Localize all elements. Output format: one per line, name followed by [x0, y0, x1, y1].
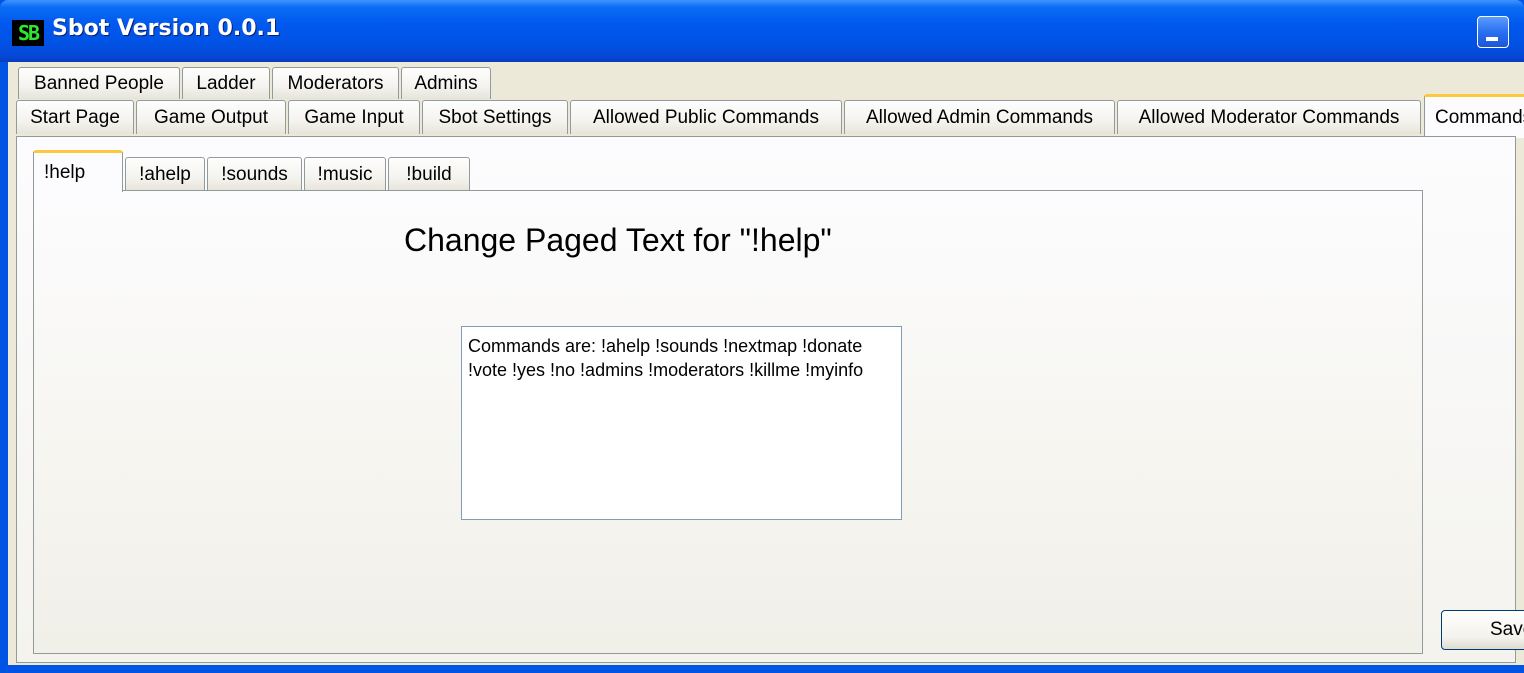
tab-label: Allowed Public Commands [593, 106, 819, 128]
tab-label: Game Output [153, 106, 269, 128]
subtab-label: !music [317, 163, 373, 185]
tab-ladder[interactable]: Ladder [182, 67, 270, 99]
tab-label: Admins [414, 72, 478, 94]
subtab-sounds[interactable]: !sounds [207, 157, 302, 191]
tab-game-input[interactable]: Game Input [288, 100, 420, 134]
tab-allowed-moderator-commands[interactable]: Allowed Moderator Commands [1117, 100, 1421, 134]
tab-label: Game Input [304, 106, 404, 128]
tab-admins[interactable]: Admins [401, 67, 491, 99]
tab-game-output[interactable]: Game Output [136, 100, 286, 134]
tab-commands[interactable]: Commands [1424, 94, 1524, 138]
subtab-help[interactable]: !help [33, 150, 123, 192]
minimize-icon [1486, 37, 1498, 41]
save-button[interactable]: Save [1441, 610, 1524, 650]
tab-label: Sbot Settings [438, 106, 552, 128]
subtab-label: !sounds [221, 163, 288, 185]
window-bottom-border [0, 665, 1524, 673]
tab-sbot-settings[interactable]: Sbot Settings [422, 100, 568, 134]
tab-label: Ladder [196, 72, 256, 94]
subtab-music[interactable]: !music [304, 157, 386, 191]
subtab-label: !build [406, 163, 452, 185]
page-title: Change Paged Text for "!help" [404, 222, 832, 258]
tab-label: Allowed Admin Commands [865, 106, 1094, 128]
app-window: SB Sbot Version 0.0.1 Banned People Ladd… [0, 0, 1524, 673]
subtab-build[interactable]: !build [388, 157, 470, 191]
subtab-label: !ahelp [139, 163, 191, 185]
window-title: Sbot Version 0.0.1 [52, 16, 281, 41]
tab-allowed-admin-commands[interactable]: Allowed Admin Commands [844, 100, 1115, 134]
minimize-button[interactable] [1477, 16, 1509, 48]
tab-banned-people[interactable]: Banned People [18, 67, 180, 99]
tab-allowed-public-commands[interactable]: Allowed Public Commands [570, 100, 842, 134]
tab-label: Moderators [287, 72, 384, 94]
tab-start-page[interactable]: Start Page [16, 100, 134, 134]
tab-label: Allowed Moderator Commands [1138, 106, 1400, 128]
subtab-label: !help [44, 161, 86, 183]
tab-label: Banned People [34, 72, 164, 94]
title-bar[interactable]: SB Sbot Version 0.0.1 [0, 0, 1524, 62]
subtab-ahelp[interactable]: !ahelp [125, 157, 205, 191]
tab-moderators[interactable]: Moderators [272, 67, 399, 99]
app-logo-icon: SB [12, 20, 44, 46]
paged-text-input[interactable]: Commands are: !ahelp !sounds !nextmap !d… [461, 326, 902, 520]
tab-label: Start Page [30, 106, 120, 128]
tab-label: Commands [1435, 106, 1524, 128]
